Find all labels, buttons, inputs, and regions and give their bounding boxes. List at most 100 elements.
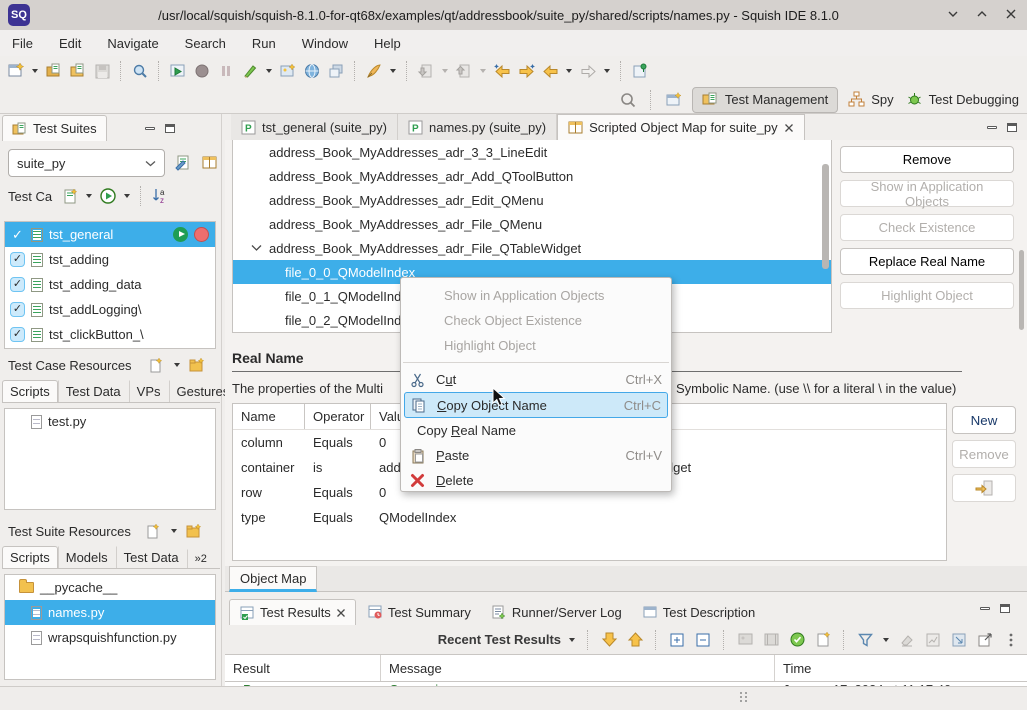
expand-all-icon[interactable] (667, 630, 687, 650)
chevron-down-icon[interactable] (251, 244, 262, 252)
edit-dropdown-caret[interactable] (266, 69, 272, 73)
menu-item-copy-real-name[interactable]: Copy Real Name (401, 418, 671, 443)
suite-settings-icon[interactable] (173, 153, 193, 173)
open-perspective-icon[interactable] (664, 90, 684, 110)
window-maximize-icon[interactable] (976, 8, 988, 20)
run-test-case-icon[interactable] (173, 227, 188, 242)
clear-log-icon[interactable] (897, 630, 917, 650)
open-test-suite-icon[interactable] (44, 61, 64, 81)
quill-dropdown-caret[interactable] (390, 69, 396, 73)
maximize-panel-icon[interactable] (165, 124, 175, 133)
window-minimize-icon[interactable] (947, 8, 959, 20)
tab-test-summary[interactable]: Test Summary (358, 599, 480, 625)
menu-item-delete[interactable]: Delete (401, 468, 671, 493)
remove-property-button[interactable]: Remove (952, 440, 1016, 468)
folder-row-pycache[interactable]: __pycache__ (5, 575, 215, 600)
open-external-icon[interactable] (975, 630, 995, 650)
show-in-application-objects-button[interactable]: Show in Application Objects (840, 180, 1014, 207)
checkbox-checked-icon[interactable] (10, 227, 25, 242)
import-results-icon[interactable] (949, 630, 969, 650)
test-suites-tab[interactable]: Test Suites (2, 115, 107, 141)
menu-run[interactable]: Run (252, 36, 276, 51)
close-tab-icon[interactable] (784, 123, 794, 133)
move-property-button[interactable] (952, 474, 1016, 502)
file-row-wrapsquishfunction-py[interactable]: wrapsquishfunction.py (5, 625, 215, 650)
tree-scrollbar[interactable] (822, 164, 829, 269)
minimize-panel-icon[interactable] (987, 126, 997, 129)
edit-pen-icon[interactable] (240, 61, 260, 81)
checkbox-checked-icon[interactable] (10, 252, 25, 267)
menu-file[interactable]: File (12, 36, 33, 51)
perspective-test-management[interactable]: Test Management (692, 87, 838, 113)
search-icon[interactable] (618, 90, 638, 110)
menu-item-cut[interactable]: Cut Ctrl+X (401, 367, 671, 392)
tree-item[interactable]: address_Book_MyAddresses_adr_File_QMenu (233, 212, 831, 236)
tab-overflow[interactable]: »2 (187, 549, 215, 568)
pane-scrollbar[interactable] (1019, 250, 1024, 330)
menu-item-copy-object-name[interactable]: Copy Object Name Ctrl+C (404, 392, 668, 418)
tab-test-data[interactable]: Test Data (58, 380, 129, 402)
new-resource-icon[interactable] (146, 355, 166, 375)
replace-real-name-button[interactable]: Replace Real Name (840, 248, 1014, 275)
object-map-bottom-tab[interactable]: Object Map (229, 566, 317, 592)
test-case-row-tst_addLogging[interactable]: tst_addLogging\ (5, 297, 215, 322)
test-case-row-tst_general[interactable]: tst_general (5, 222, 215, 247)
run-suite-caret[interactable] (124, 194, 130, 198)
tree-item[interactable]: address_Book_MyAddresses_adr_3_3_LineEdi… (233, 140, 831, 164)
property-row[interactable]: type Equals QModelIndex (233, 505, 946, 530)
new-resource-caret[interactable] (174, 363, 180, 367)
checkbox-checked-icon[interactable] (10, 277, 25, 292)
menu-help[interactable]: Help (374, 36, 401, 51)
screenshot-icon[interactable] (735, 630, 755, 650)
pin-editor-icon[interactable] (630, 61, 650, 81)
video-icon[interactable] (761, 630, 781, 650)
column-header-time[interactable]: Time (775, 655, 1027, 681)
remove-object-button[interactable]: Remove (840, 146, 1014, 173)
new-dropdown-caret[interactable] (32, 69, 38, 73)
web-icon[interactable] (302, 61, 322, 81)
new-folder-icon[interactable] (185, 521, 205, 541)
new-test-suite-icon[interactable] (6, 61, 26, 81)
tab-scripts[interactable]: Scripts (2, 380, 58, 402)
tree-item-expanded[interactable]: address_Book_MyAddresses_adr_File_QTable… (233, 236, 831, 260)
tab-scripts[interactable]: Scripts (2, 546, 58, 568)
editor-tab-tst-general[interactable]: P tst_general (suite_py) (231, 114, 398, 140)
export-chart-icon[interactable] (923, 630, 943, 650)
next-failure-icon[interactable] (599, 630, 619, 650)
forward-new-icon[interactable] (516, 61, 536, 81)
maximize-panel-icon[interactable] (1000, 604, 1010, 613)
test-case-row-tst_adding_data[interactable]: tst_adding_data (5, 272, 215, 297)
check-existence-button[interactable]: Check Existence (840, 214, 1014, 241)
menu-item-paste[interactable]: Paste Ctrl+V (401, 443, 671, 468)
menu-edit[interactable]: Edit (59, 36, 81, 51)
column-header-result[interactable]: Result (225, 655, 381, 681)
column-header-message[interactable]: Message (381, 655, 775, 681)
filter-icon[interactable] (855, 630, 875, 650)
menu-navigate[interactable]: Navigate (107, 36, 158, 51)
sash-handle[interactable] (740, 692, 748, 702)
new-test-case-caret[interactable] (86, 194, 92, 198)
highlight-object-button[interactable]: Highlight Object (840, 282, 1014, 309)
suite-combobox[interactable]: suite_py (8, 149, 165, 177)
window-close-icon[interactable] (1005, 8, 1017, 20)
perspective-spy[interactable]: Spy (846, 89, 895, 110)
tab-test-description[interactable]: Test Description (633, 599, 764, 625)
forward-icon[interactable] (578, 61, 598, 81)
back-new-icon[interactable] (492, 61, 512, 81)
column-header-operator[interactable]: Operator (305, 404, 371, 429)
file-row-names-py[interactable]: names.py (5, 600, 215, 625)
column-header-name[interactable]: Name (233, 404, 305, 429)
back-history-caret[interactable] (566, 69, 572, 73)
recent-test-results-dropdown[interactable]: Recent Test Results (438, 632, 561, 647)
menu-search[interactable]: Search (185, 36, 226, 51)
test-case-row-tst_clickButton[interactable]: tst_clickButton_\ (5, 322, 215, 347)
maximize-panel-icon[interactable] (1007, 123, 1017, 132)
filter-caret[interactable] (883, 638, 889, 642)
tab-test-results[interactable]: Test Results (229, 599, 356, 625)
run-test-icon[interactable] (168, 61, 188, 81)
tab-runner-server-log[interactable]: Runner/Server Log (482, 599, 631, 625)
menu-window[interactable]: Window (302, 36, 348, 51)
quill-icon[interactable] (364, 61, 384, 81)
test-case-row-tst_adding[interactable]: tst_adding (5, 247, 215, 272)
perspective-test-debugging[interactable]: Test Debugging (904, 89, 1021, 110)
